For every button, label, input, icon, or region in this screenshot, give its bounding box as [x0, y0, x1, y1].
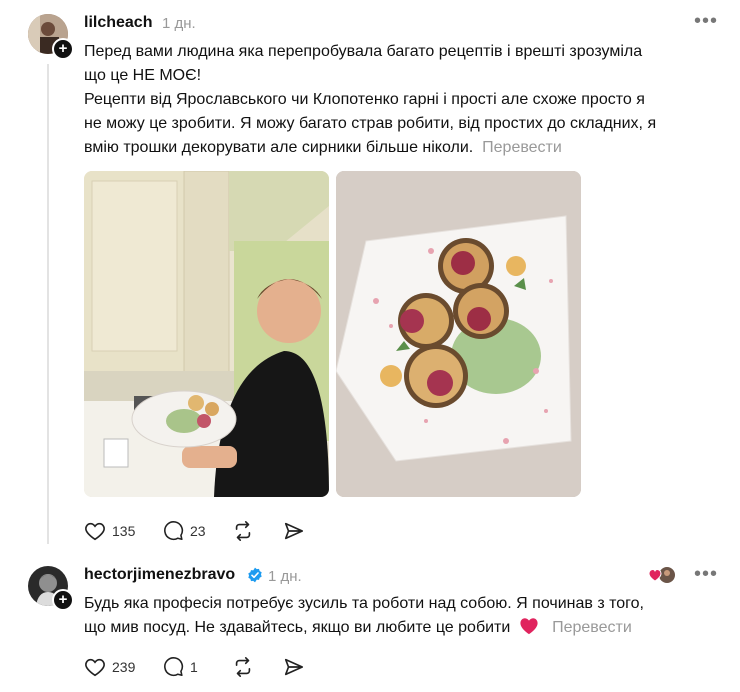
post-text-line: що це НЕ МОЄ! [84, 67, 202, 84]
post-text-line: не можу це зробити. Я можу багато страв … [84, 115, 657, 132]
post-text-line: Перед вами людина яка перепробувала бага… [84, 43, 643, 60]
repost-button[interactable] [232, 656, 260, 678]
like-count: 135 [112, 523, 136, 539]
like-button[interactable]: 239 [84, 656, 135, 678]
comment-count: 23 [190, 522, 206, 539]
comment-count: 1 [190, 658, 198, 675]
comment-button[interactable]: 1 [163, 656, 198, 677]
share-icon [284, 658, 304, 676]
like-button[interactable]: 135 [84, 520, 135, 542]
heart-icon [85, 522, 105, 541]
liked-by-author-badge [648, 566, 676, 584]
post-photo-1[interactable] [84, 171, 329, 497]
comment-icon [164, 521, 184, 541]
username[interactable]: hectorjimenezbravo [84, 566, 235, 584]
heart-icon [85, 658, 105, 677]
verified-icon [247, 567, 263, 588]
reply-text: Будь яка професія потребує зусиль та роб… [84, 592, 724, 640]
username[interactable]: lilcheach [84, 14, 152, 32]
post-text-line: вмію трошки декорувати але сирники більш… [84, 139, 474, 156]
red-heart-icon [520, 618, 538, 635]
more-icon[interactable]: ••• [694, 10, 718, 33]
follow-plus-icon[interactable]: + [52, 589, 74, 611]
comment-icon [164, 657, 184, 677]
share-button[interactable] [283, 520, 311, 542]
share-button[interactable] [283, 656, 311, 678]
reply-text-line: Будь яка професія потребує зусиль та роб… [84, 595, 644, 612]
like-count: 239 [112, 659, 136, 675]
reply-time: 1 дн. [268, 568, 302, 585]
comment-button[interactable]: 23 [163, 520, 206, 541]
repost-icon [235, 657, 251, 677]
post-text-line: Рецепти від Ярославського чи Клопотенко … [84, 91, 645, 108]
repost-button[interactable] [232, 520, 260, 542]
reply-text-line: що мив посуд. Не здавайтесь, якщо ви люб… [84, 619, 511, 636]
follow-plus-icon[interactable]: + [52, 38, 74, 60]
translate-link[interactable]: Перевести [482, 139, 562, 156]
thread-line [47, 64, 49, 544]
repost-icon [235, 521, 251, 541]
translate-link[interactable]: Перевести [552, 619, 632, 636]
post-time: 1 дн. [162, 15, 196, 32]
share-icon [284, 522, 304, 540]
post-photo-2[interactable] [336, 171, 581, 497]
post-text: Перед вами людина яка перепробувала бага… [84, 40, 724, 160]
more-icon[interactable]: ••• [694, 563, 718, 586]
